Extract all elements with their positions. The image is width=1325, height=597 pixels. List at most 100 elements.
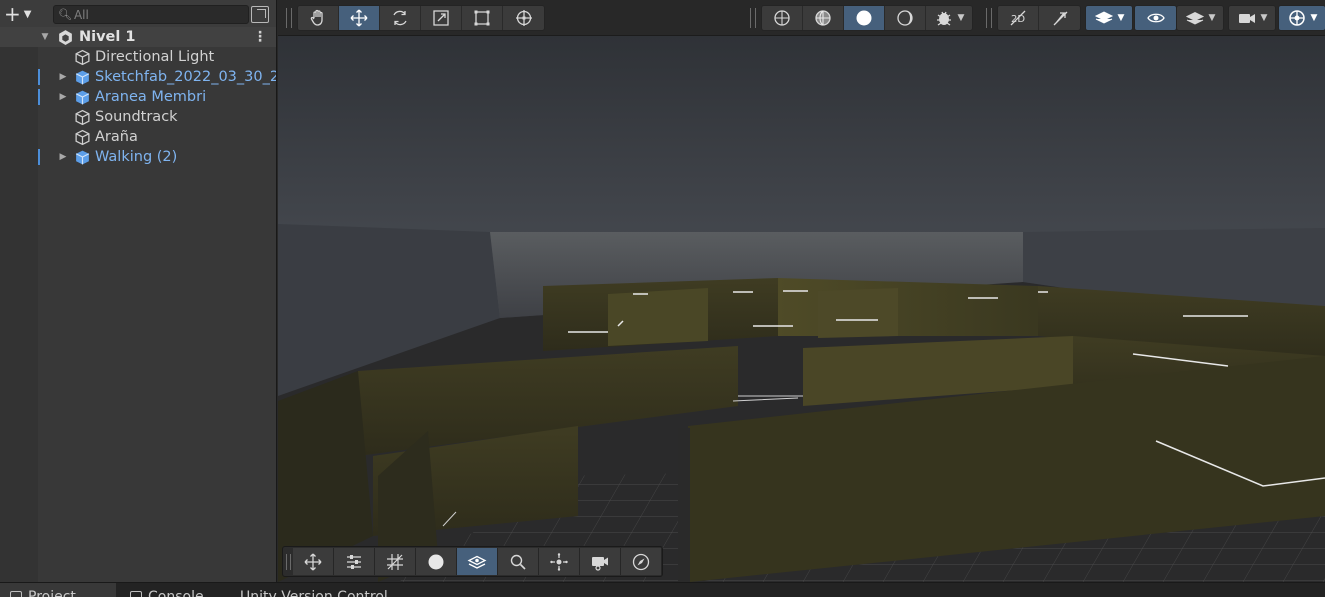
hierarchy-item-label: Soundtrack xyxy=(95,109,178,125)
toolbar-grip[interactable] xyxy=(286,554,291,570)
camera-settings-button[interactable]: ▼ xyxy=(1229,6,1275,30)
chevron-right-icon[interactable]: ▶ xyxy=(58,152,68,162)
more-options-icon[interactable]: ⋮ xyxy=(253,29,267,45)
tab-console[interactable]: Console xyxy=(130,583,204,597)
shaded-sphere-icon xyxy=(856,10,872,26)
chevron-right-icon[interactable]: ▶ xyxy=(58,92,68,102)
chevron-down-icon[interactable]: ▼ xyxy=(40,32,50,42)
prefab-icon xyxy=(75,70,90,84)
camera-group: ▼ xyxy=(1228,5,1276,31)
search-icon xyxy=(510,554,526,570)
camera-icon xyxy=(1238,14,1255,23)
search-overlay-button[interactable] xyxy=(498,548,539,575)
scene-render[interactable] xyxy=(278,36,1325,582)
transform-icon xyxy=(515,10,532,26)
hand-icon xyxy=(310,9,323,26)
hierarchy-item[interactable]: ▶ Walking (2) xyxy=(0,147,276,167)
hierarchy-toolbar: + ▼ 🔍︎ xyxy=(0,0,276,28)
tab-project[interactable]: Project xyxy=(0,583,116,597)
debug-draw-mode-button[interactable]: ▼ xyxy=(926,6,972,30)
layers-overlay-button[interactable] xyxy=(457,548,498,575)
transform-tools-group xyxy=(297,5,545,31)
cameras-button[interactable] xyxy=(580,548,621,575)
toolbar-grip[interactable] xyxy=(750,8,756,28)
lighting-button[interactable] xyxy=(416,548,457,575)
tab-unity-version-control[interactable]: Unity Version Control xyxy=(240,583,388,597)
scene-viewport[interactable] xyxy=(278,36,1325,582)
maze-wall xyxy=(818,288,898,338)
tool-settings-button[interactable] xyxy=(293,548,334,575)
camera-icon xyxy=(592,556,608,571)
gameobject-icon xyxy=(75,129,90,145)
tab-label: Project xyxy=(28,589,76,597)
scene-row[interactable]: ▼ Nivel 1 ⋮ xyxy=(0,27,276,47)
hierarchy-search[interactable]: 🔍︎ xyxy=(53,5,249,24)
2d-mode-icon: 2D xyxy=(1010,10,1026,26)
gizmos-button[interactable]: ▼ xyxy=(1279,6,1325,30)
shaded-wireframe-globe-icon xyxy=(815,10,831,26)
layers-group: ▼ xyxy=(1176,5,1224,31)
unity-scene-icon xyxy=(59,29,72,45)
search-icon: 🔍︎ xyxy=(58,8,72,21)
move-icon xyxy=(350,9,368,27)
maze-wall-edge xyxy=(678,428,690,582)
chevron-down-icon: ▼ xyxy=(1208,13,1216,23)
pivot-button[interactable] xyxy=(539,548,580,575)
shaded-button[interactable] xyxy=(844,6,885,30)
wireframe-shading-button[interactable] xyxy=(762,6,803,30)
bottom-tab-bar: Project Console Unity Version Control xyxy=(0,582,1325,597)
scene-visibility-button[interactable] xyxy=(1135,6,1176,30)
compass-icon xyxy=(632,553,650,570)
scene-effects-button[interactable]: ▼ xyxy=(1086,6,1132,30)
layers-icon xyxy=(1185,11,1204,25)
rect-tool-button[interactable] xyxy=(462,6,503,30)
hierarchy-item[interactable]: Soundtrack xyxy=(0,107,276,127)
maze-wall xyxy=(608,288,708,346)
transform-tool-button[interactable] xyxy=(503,6,544,30)
scene-visibility-icon[interactable] xyxy=(251,6,269,23)
prefab-icon xyxy=(75,90,90,104)
rotate-icon xyxy=(393,10,407,26)
hierarchy-item-label: Sketchfab_2022_03_30_2 xyxy=(95,69,277,85)
orientation-layers-icon xyxy=(467,555,487,569)
sphere-icon xyxy=(428,554,444,569)
shaded-wireframe-button[interactable] xyxy=(803,6,844,30)
folder-icon xyxy=(10,591,22,597)
toolbar-grip[interactable] xyxy=(986,8,992,28)
2d-toggle-button[interactable]: 2D xyxy=(998,6,1039,30)
hierarchy-item[interactable]: Araña xyxy=(0,127,276,147)
gizmos-globe-icon xyxy=(1288,10,1305,26)
layers-button[interactable]: ▼ xyxy=(1177,6,1223,30)
rotate-tool-button[interactable] xyxy=(380,6,421,30)
hierarchy-item[interactable]: Directional Light xyxy=(0,47,276,67)
scene-name: Nivel 1 xyxy=(79,29,136,45)
prefab-icon xyxy=(75,150,90,164)
hierarchy-item-label: Araña xyxy=(95,129,138,145)
search-input[interactable] xyxy=(73,7,244,22)
hierarchy-panel: + ▼ 🔍︎ ▼ Nivel 1 ⋮ Directional Light ▶ xyxy=(0,0,277,582)
chevron-down-icon: ▼ xyxy=(1260,13,1268,23)
hierarchy-item-label: Directional Light xyxy=(95,49,215,65)
add-object-button[interactable]: + ▼ xyxy=(4,3,40,25)
grid-snapping-button[interactable] xyxy=(375,548,416,575)
console-icon xyxy=(130,591,142,597)
hand-tool-button[interactable] xyxy=(298,6,339,30)
lighting-toggle-button[interactable] xyxy=(1039,6,1080,30)
scene-toolbar: ▼ 2D ▼ ▼ ▼ ▼ xyxy=(278,0,1325,36)
toolbar-grip[interactable] xyxy=(286,8,292,28)
gameobject-icon xyxy=(75,109,90,125)
eye-icon xyxy=(1146,13,1165,23)
move-tool-button[interactable] xyxy=(339,6,380,30)
hierarchy-item[interactable]: ▶ Sketchfab_2022_03_30_2 xyxy=(0,67,277,87)
chevron-right-icon[interactable]: ▶ xyxy=(58,72,68,82)
unlit-sphere-icon xyxy=(897,10,913,26)
wireframe-globe-icon xyxy=(774,10,790,26)
unlit-button[interactable] xyxy=(885,6,926,30)
hierarchy-item[interactable]: ▶ Aranea Membri xyxy=(0,87,276,107)
maze-wall xyxy=(778,278,1038,336)
properties-button[interactable] xyxy=(334,548,375,575)
tab-label: Console xyxy=(148,589,204,597)
scale-tool-button[interactable] xyxy=(421,6,462,30)
navigation-button[interactable] xyxy=(621,548,662,575)
grid-snap-icon xyxy=(387,553,403,570)
